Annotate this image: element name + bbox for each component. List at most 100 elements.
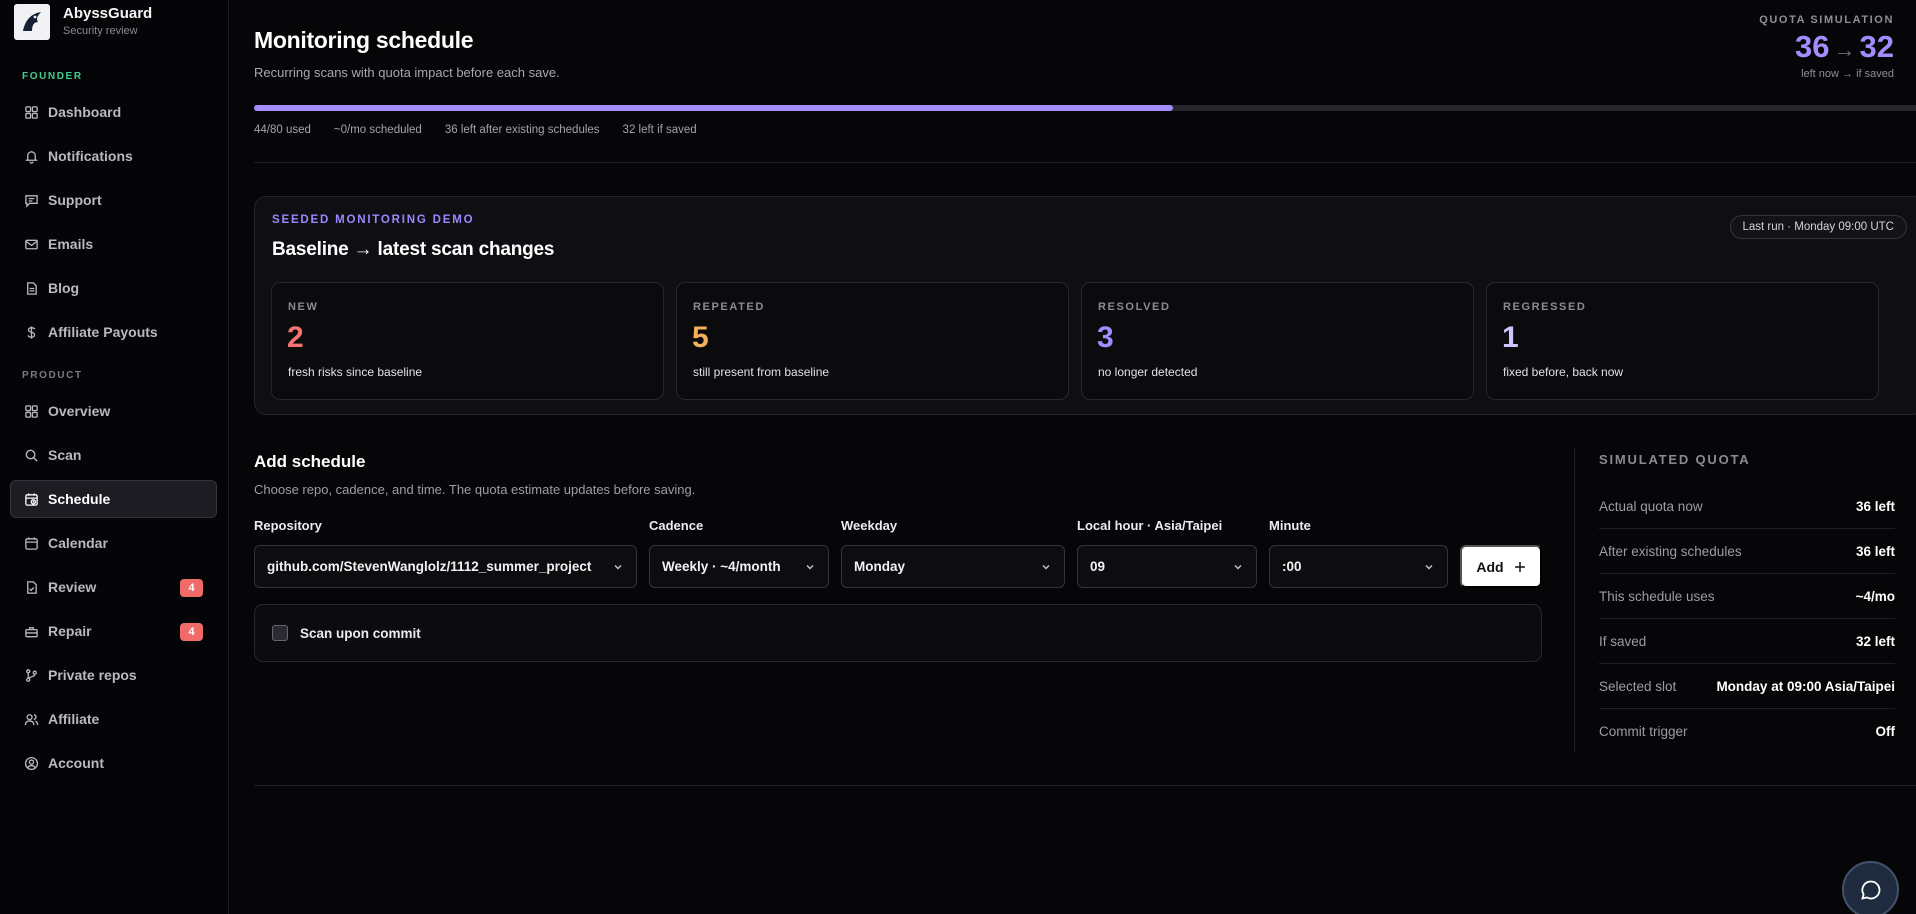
cadence-value: Weekly · ~4/month [662, 559, 781, 574]
sidebar-item-blog[interactable]: Blog [10, 269, 217, 307]
usage-stat-used: 44/80 used [254, 124, 311, 136]
sidebar-item-label: Repair [48, 623, 92, 639]
quota-row-selected-slot: Selected slot Monday at 09:00 Asia/Taipe… [1599, 664, 1895, 709]
stat-label: NEW [288, 301, 319, 313]
sidebar-item-scan[interactable]: Scan [10, 436, 217, 474]
sidebar-item-account[interactable]: Account [10, 744, 217, 782]
sidebar-item-label: Dashboard [48, 104, 122, 120]
sidebar-item-label: Overview [48, 403, 111, 419]
chevron-down-icon [614, 565, 622, 570]
sidebar-item-affiliate[interactable]: Affiliate [10, 700, 217, 738]
quota-row-if-saved: If saved 32 left [1599, 619, 1895, 664]
message-square-icon [25, 194, 38, 208]
mail-icon [25, 239, 38, 249]
sidebar-item-calendar[interactable]: Calendar [10, 524, 217, 562]
file-icon [27, 281, 37, 295]
hour-value: 09 [1090, 559, 1106, 574]
page-subtitle: Recurring scans with quota impact before… [254, 65, 560, 80]
chat-button[interactable] [1842, 861, 1899, 914]
sidebar-item-label: Emails [48, 236, 94, 252]
sidebar-item-label: Private repos [48, 667, 137, 683]
sidebar-item-label: Calendar [48, 535, 108, 551]
stat-value: 3 [1097, 321, 1114, 354]
plus-icon [1514, 561, 1525, 572]
quota-progress-fill [254, 105, 1174, 111]
repository-label: Repository [254, 518, 322, 533]
quota-row-value: ~4/mo [1855, 588, 1895, 604]
sidebar-item-notifications[interactable]: Notifications [10, 137, 217, 175]
sidebar-item-label: Review [48, 579, 97, 595]
quota-row-value: 36 left [1855, 498, 1895, 514]
arrow-right-icon: → [1833, 37, 1856, 62]
sidebar-item-dashboard[interactable]: Dashboard [10, 93, 217, 131]
demo-eyebrow: SEEDED MONITORING DEMO [272, 214, 475, 226]
add-schedule-subtitle: Choose repo, cadence, and time. The quot… [254, 482, 696, 497]
stat-card-regressed: REGRESSED 1 fixed before, back now [1486, 282, 1879, 400]
usage-stats: 44/80 used ~0/mo scheduled 36 left after… [254, 124, 697, 136]
stat-description: no longer detected [1098, 365, 1198, 379]
calendar-clock-icon [25, 492, 38, 506]
hour-select[interactable]: 09 [1077, 545, 1257, 588]
search-icon [25, 449, 38, 462]
brand-name: AbyssGuard [63, 5, 153, 22]
usage-stat-if-saved: 32 left if saved [622, 124, 697, 136]
stat-value: 5 [692, 321, 709, 354]
cadence-select[interactable]: Weekly · ~4/month [649, 545, 829, 588]
usage-stat-after-existing: 36 left after existing schedules [444, 124, 600, 136]
demo-title: Baseline → latest scan changes [272, 239, 555, 260]
grid-icon [25, 105, 38, 119]
weekday-select[interactable]: Monday [841, 545, 1065, 588]
sidebar-item-label: Schedule [48, 491, 111, 507]
chevron-down-icon [806, 565, 814, 570]
minute-label: Minute [1269, 518, 1311, 533]
add-schedule-title: Add schedule [254, 452, 366, 471]
quota-row-value: Off [1875, 724, 1896, 739]
page-title: Monitoring schedule [254, 27, 474, 53]
quota-row-key: After existing schedules [1599, 543, 1742, 559]
sidebar-item-label: Account [48, 755, 104, 771]
brand-subtitle: Security review [63, 25, 138, 37]
add-button-label: Add [1476, 558, 1504, 575]
divider [254, 162, 1916, 163]
sidebar-item-repair[interactable]: Repair 4 [10, 612, 217, 650]
sidebar-item-overview[interactable]: Overview [10, 392, 217, 430]
sidebar-item-label: Blog [48, 280, 80, 296]
quota-if-saved-value: 32 [1859, 29, 1894, 64]
cadence-label: Cadence [649, 518, 704, 533]
main-content: Monitoring schedule Recurring scans with… [230, 0, 1916, 914]
stat-card-new: NEW 2 fresh risks since baseline [271, 282, 664, 400]
chat-bubble-icon [1860, 880, 1880, 900]
stat-card-repeated: REPEATED 5 still present from baseline [676, 282, 1069, 400]
sidebar-item-label: Support [48, 192, 102, 208]
sidebar-item-label: Affiliate [48, 711, 100, 727]
sidebar-item-private-repos[interactable]: Private repos [10, 656, 217, 694]
review-count-badge: 4 [180, 579, 203, 597]
toolbox-icon [25, 626, 38, 637]
sidebar: AbyssGuard Security review FOUNDER Dashb… [0, 0, 229, 914]
simulated-quota-title: SIMULATED QUOTA [1599, 452, 1751, 467]
quota-row-value: 36 left [1855, 543, 1895, 559]
sidebar-item-emails[interactable]: Emails [10, 225, 217, 263]
quota-row-key: Actual quota now [1599, 498, 1703, 514]
scan-upon-commit-checkbox[interactable] [272, 625, 288, 641]
minute-select[interactable]: :00 [1269, 545, 1448, 588]
sidebar-item-label: Notifications [48, 148, 133, 164]
grid-icon [25, 404, 38, 418]
file-check-icon [27, 580, 37, 594]
stat-label: REGRESSED [1503, 301, 1587, 313]
minute-value: :00 [1282, 559, 1302, 574]
sidebar-item-affiliate-payouts[interactable]: Affiliate Payouts [10, 313, 217, 351]
quota-row-key: If saved [1599, 633, 1647, 649]
sidebar-item-support[interactable]: Support [10, 181, 217, 219]
add-schedule-button[interactable]: Add [1460, 545, 1542, 588]
last-run-badge: Last run · Monday 09:00 UTC [1729, 215, 1907, 239]
quota-row-key: Selected slot [1599, 678, 1677, 694]
scan-upon-commit-option[interactable]: Scan upon commit [254, 604, 1542, 662]
brand[interactable]: AbyssGuard Security review [14, 4, 152, 40]
stat-card-resolved: RESOLVED 3 no longer detected [1081, 282, 1474, 400]
quota-row-key: Commit trigger [1599, 724, 1688, 739]
sidebar-item-review[interactable]: Review 4 [10, 568, 217, 606]
repository-select[interactable]: github.com/StevenWanglolz/1112_summer_pr… [254, 545, 637, 588]
stat-value: 1 [1502, 321, 1519, 354]
sidebar-item-schedule[interactable]: Schedule [10, 480, 217, 518]
